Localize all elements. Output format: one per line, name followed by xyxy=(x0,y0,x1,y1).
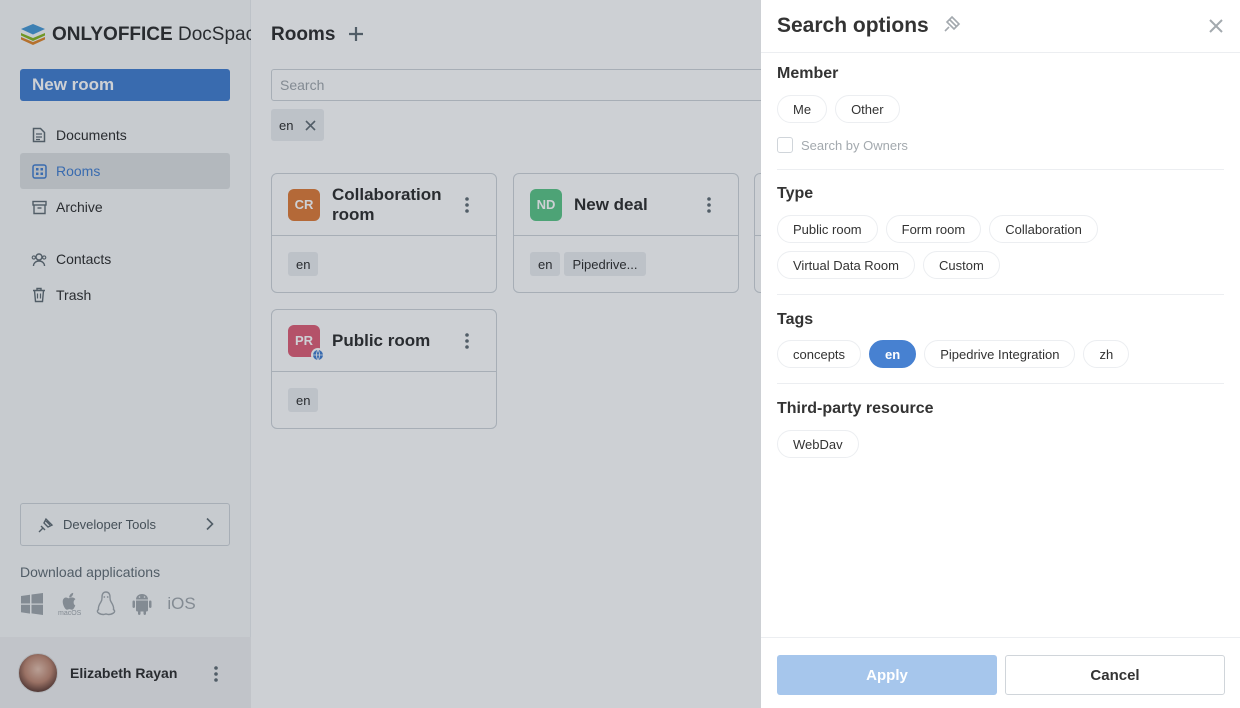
panel-header: Search options xyxy=(761,0,1240,53)
chip-form-room[interactable]: Form room xyxy=(885,215,982,243)
search-options-panel: Search options Member Me Other Search by… xyxy=(761,0,1240,708)
section-title: Tags xyxy=(777,311,814,328)
chip-tag-concepts[interactable]: concepts xyxy=(777,340,862,368)
chip-custom[interactable]: Custom xyxy=(922,251,1000,279)
close-icon[interactable] xyxy=(1208,18,1224,34)
search-by-owners-row[interactable]: Search by Owners xyxy=(777,137,1224,153)
section-title: Third-party resource xyxy=(777,400,934,417)
chip-virtual-data-room[interactable]: Virtual Data Room xyxy=(777,251,915,279)
section-title: Member xyxy=(777,65,839,82)
panel-title: Search options xyxy=(777,14,929,37)
third-party-options: WebDav xyxy=(777,430,1224,458)
search-by-owners-label: Search by Owners xyxy=(801,137,908,153)
chip-tag-pipedrive-integration[interactable]: Pipedrive Integration xyxy=(924,340,1076,368)
member-section: Member Me Other Search by Owners xyxy=(761,53,1240,170)
section-title: Type xyxy=(777,185,814,202)
chip-other[interactable]: Other xyxy=(835,95,900,123)
third-party-section: Third-party resource WebDav xyxy=(761,384,1240,458)
tags-section: Tags concepts en Pipedrive Integration z… xyxy=(761,295,1240,384)
chip-webdav[interactable]: WebDav xyxy=(777,430,859,458)
tag-options: concepts en Pipedrive Integration zh xyxy=(777,340,1224,368)
apply-button[interactable]: Apply xyxy=(777,655,997,695)
search-by-owners-checkbox[interactable] xyxy=(777,137,793,153)
member-options: Me Other xyxy=(777,95,1224,123)
panel-footer: Apply Cancel xyxy=(761,637,1240,708)
chip-tag-en-selected[interactable]: en xyxy=(869,340,917,368)
apply-label: Apply xyxy=(866,666,908,684)
clear-filter-icon[interactable] xyxy=(943,15,961,33)
chip-me[interactable]: Me xyxy=(777,95,828,123)
chip-tag-zh[interactable]: zh xyxy=(1083,340,1130,368)
chip-collaboration[interactable]: Collaboration xyxy=(989,215,1098,243)
chip-public-room[interactable]: Public room xyxy=(777,215,878,243)
cancel-button[interactable]: Cancel xyxy=(1005,655,1225,695)
type-options: Public room Form room Collaboration Virt… xyxy=(777,215,1177,279)
type-section: Type Public room Form room Collaboration… xyxy=(761,170,1240,295)
modal-backdrop[interactable] xyxy=(0,0,761,708)
cancel-label: Cancel xyxy=(1090,666,1140,684)
